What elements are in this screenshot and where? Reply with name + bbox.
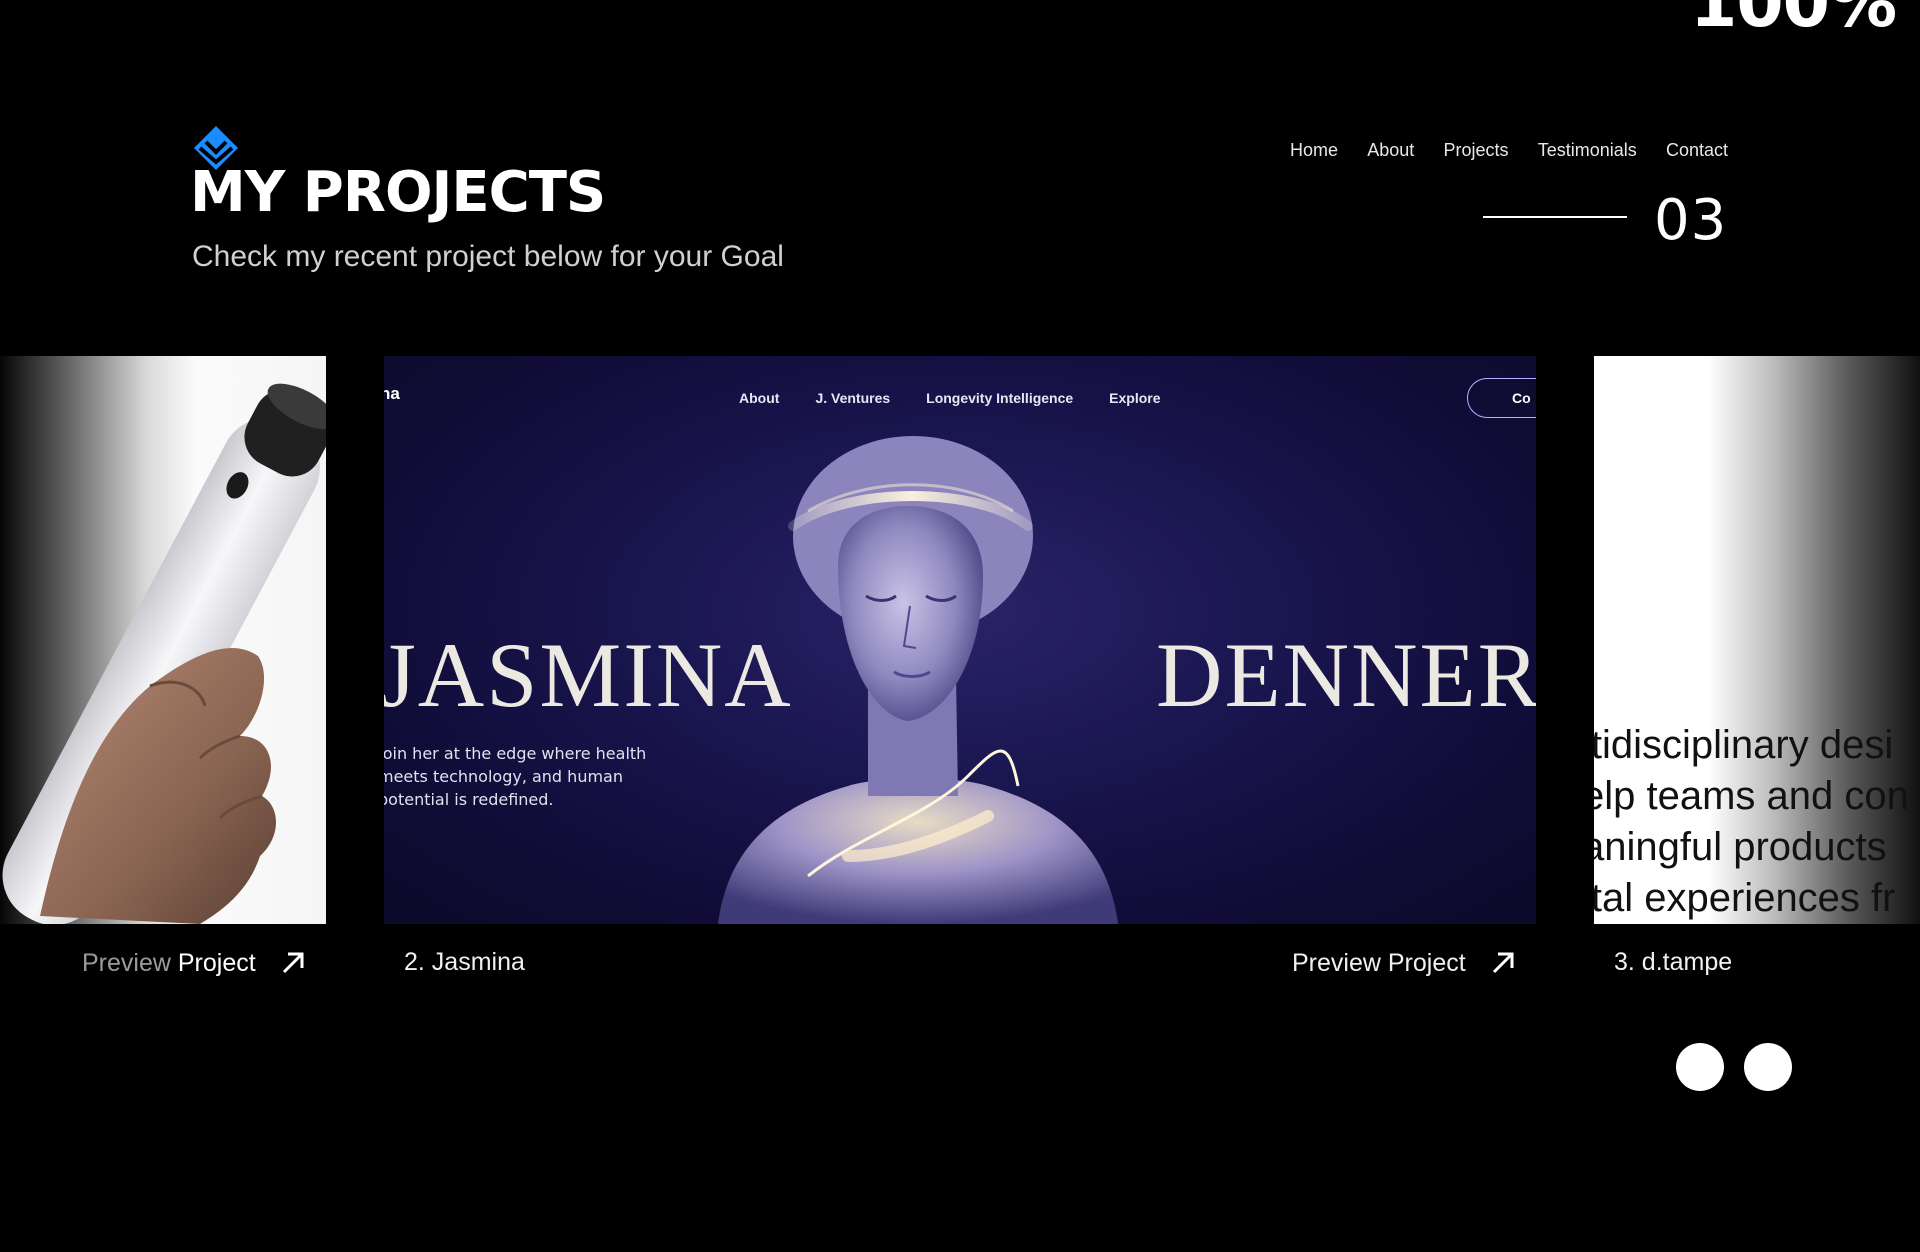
arrow-up-right-icon [282,952,304,974]
loading-percent: 100% [1690,0,1897,43]
counter-divider [1483,216,1627,218]
page-subtitle: Check my recent project below for your G… [192,240,784,273]
dtampe-line: ital experiences fr [1594,876,1896,920]
nav-testimonials[interactable]: Testimonials [1538,140,1637,161]
nav-projects[interactable]: Projects [1443,140,1508,161]
page-title: MY PROJECTS [190,160,606,225]
site-nav: About J. Ventures Longevity Intelligence… [739,390,1161,406]
arrow-up-right-icon [1492,952,1514,974]
site-nav-longevity: Longevity Intelligence [926,390,1074,406]
project-card-dtampe[interactable]: ltidisciplinary desi elp teams and con a… [1594,356,1920,924]
slider-next-dot[interactable] [1744,1043,1792,1091]
dtampe-line: ltidisciplinary desi [1594,723,1894,767]
site-nav-about: About [739,390,780,406]
slide-counter: 03 [1654,188,1728,253]
product-photo [2,383,326,924]
project-name-jasmina: 2. Jasmina [404,948,525,976]
preview-project-link-previous[interactable]: Preview Project [82,948,308,978]
site-cta-button: Co [1467,378,1536,418]
project-name-dtampe: 3. d.tampe [1614,948,1733,976]
preview-label: Preview Project [82,948,256,977]
nav-home[interactable]: Home [1290,140,1338,161]
preview-project-link-jasmina[interactable]: Preview Project [1292,948,1518,978]
project-card-jasmina[interactable]: na About J. Ventures Longevity Intellige… [384,356,1536,924]
preview-label: Preview Project [1292,948,1466,977]
hero-first-name: JASMINA [384,624,793,726]
dtampe-line: aningful products [1594,825,1887,869]
dtampe-line: elp teams and con [1594,774,1909,818]
project-card-previous[interactable] [0,356,326,924]
main-nav: Home About Projects Testimonials Contact [1290,140,1728,161]
site-brand: na [384,384,400,403]
nav-about[interactable]: About [1367,140,1414,161]
site-nav-explore: Explore [1109,390,1161,406]
slider-prev-dot[interactable] [1676,1043,1724,1091]
hero-last-name: DENNER [1156,624,1536,726]
site-nav-ventures: J. Ventures [815,390,891,406]
nav-contact[interactable]: Contact [1666,140,1728,161]
dtampe-intro-text: ltidisciplinary desi elp teams and con a… [1594,720,1909,924]
hero-description: Join her at the edge where health meets … [384,744,647,809]
